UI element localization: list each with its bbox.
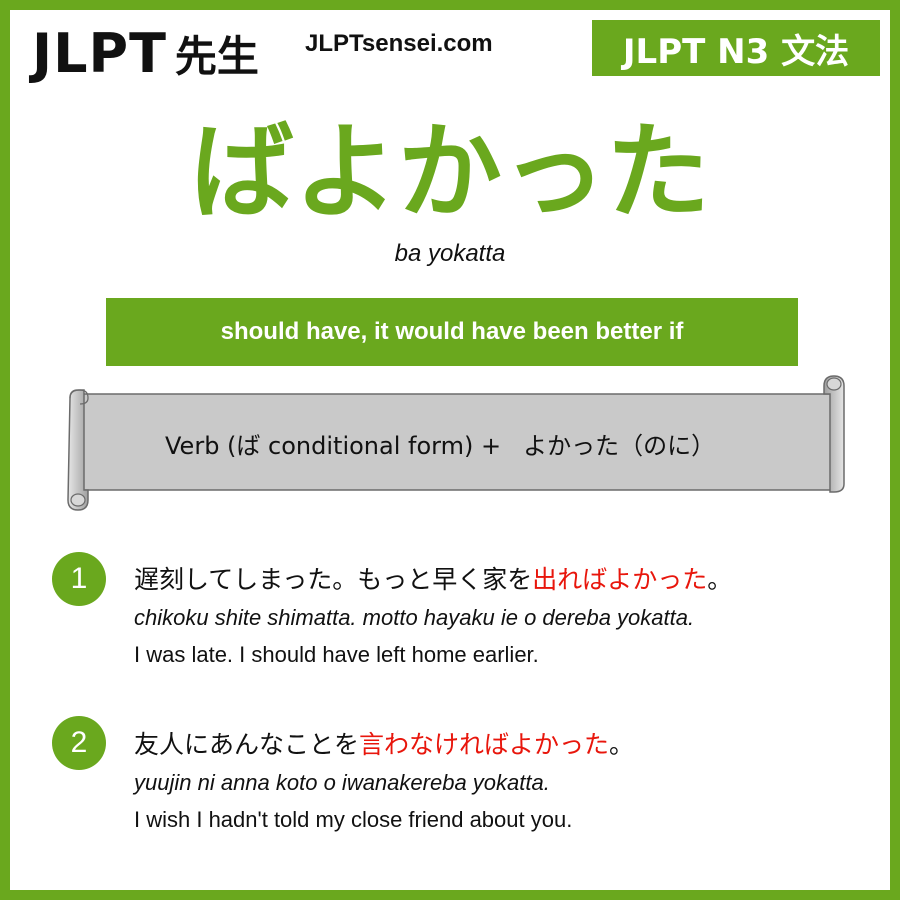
level-badge: JLPT N3 文法 [592,20,880,76]
logo-sensei-text: 先生 [174,31,259,81]
grammar-title: ばよかった [189,111,710,233]
logo-jlpt-text: JLPT [32,21,167,85]
jlpt-sensei-logo[interactable]: JLPT 先生 [32,18,259,88]
formation-suffix: よかった（のに） [523,432,716,460]
example-japanese: 友人にあんなことを言わなければよかった。 [134,725,634,761]
example-jp-before: 遅刻してしまった。もっと早く家を [134,565,533,594]
example-jp-highlight: 出ればよかった [532,565,708,594]
example-english: I was late. I should have left home earl… [134,642,539,667]
example-jp-highlight: 言わなければよかった [359,730,610,759]
example-jp-after: 。 [707,565,733,594]
example-romaji: yuujin ni anna koto o iwanakereba yokatt… [134,770,550,795]
site-url[interactable]: JLPTsensei.com [305,30,493,58]
example-number-badge: 1 [52,552,106,606]
meaning-banner: should have, it would have been better i… [106,298,798,366]
example-romaji: chikoku shite shimatta. motto hayaku ie … [134,605,695,630]
formation-rule: Verb (ば conditional form) + よかった（のに） [165,426,715,461]
example-english: I wish I hadn't told my close friend abo… [134,807,573,832]
example-number-badge: 2 [52,716,106,770]
grammar-romaji: ba yokatta [394,240,506,267]
example-jp-before: 友人にあんなことを [134,730,360,759]
formation-prefix: Verb (ば conditional form) + [165,432,502,460]
meaning-text: should have, it would have been better i… [220,318,684,345]
example-japanese: 遅刻してしまった。もっと早く家を出ればよかった。 [134,560,732,596]
example-jp-after: 。 [609,730,635,759]
